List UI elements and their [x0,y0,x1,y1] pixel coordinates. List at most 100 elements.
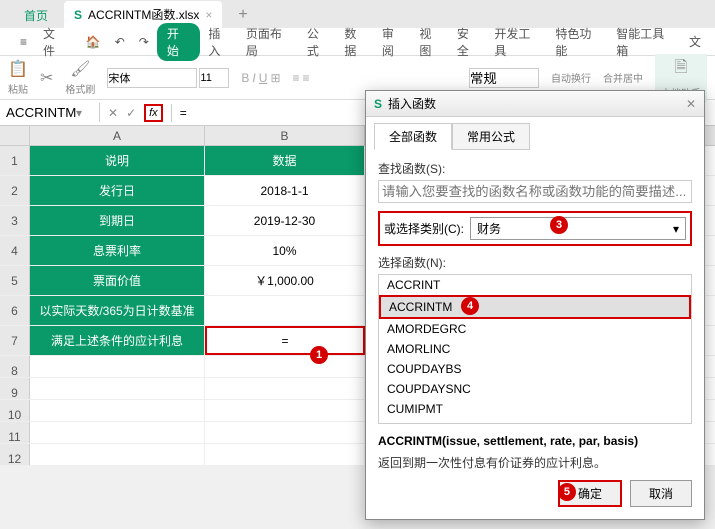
cell-a1[interactable]: 说明 [30,146,205,175]
cell-b8[interactable] [205,356,365,377]
cell-b9[interactable] [205,378,365,399]
cell-b4[interactable]: 10% [205,236,365,265]
cell-a8[interactable] [30,356,205,377]
underline-icon[interactable]: U [259,71,268,85]
badge-4: 4 [461,297,479,315]
category-label: 或选择类别(C): [384,220,464,237]
cell-b7[interactable]: = [205,326,365,355]
cell-b2[interactable]: 2018-1-1 [205,176,365,205]
menu-file[interactable]: ≡ 文件 [8,19,78,65]
cancel-formula-icon[interactable]: ✕ [108,106,118,120]
fn-item-accrint[interactable]: ACCRINT [379,275,691,295]
format-painter-button[interactable]: 🖌 格式刷 [65,59,95,96]
cell-a2[interactable]: 发行日 [30,176,205,205]
app-icon: S [374,97,382,111]
menu-formulas[interactable]: 公式 [301,22,337,62]
row-header-9[interactable]: 9 [0,378,30,399]
align-center-icon[interactable]: ≡ [303,71,310,85]
paste-button[interactable]: 📋 粘贴 [8,59,28,96]
fn-item-accrintm[interactable]: ACCRINTM 4 [379,295,691,319]
cell-a5[interactable]: 票面价值 [30,266,205,295]
cell-b11[interactable] [205,422,365,443]
cell-a12[interactable] [30,444,205,465]
font-size-select[interactable] [199,68,229,88]
row-header-7[interactable]: 7 [0,326,30,355]
category-select[interactable]: 财务 ▾ [470,217,686,240]
badge-1: 1 [310,346,328,364]
menu-more[interactable]: 文 [683,30,707,53]
cell-b12[interactable] [205,444,365,465]
cell-a11[interactable] [30,422,205,443]
search-input[interactable] [378,180,692,203]
dialog-title: 插入函数 [388,95,436,112]
cut-button[interactable]: ✂ [40,68,53,88]
cell-a9[interactable] [30,378,205,399]
menu-page-layout[interactable]: 页面布局 [240,22,299,62]
row-header-4[interactable]: 4 [0,236,30,265]
select-fn-label: 选择函数(N): [378,254,692,271]
fn-item-cumprinc[interactable]: CUMPRINC [379,419,691,424]
menu-review[interactable]: 审阅 [376,22,412,62]
paste-icon: 📋 [8,59,28,79]
menu-home-icon[interactable]: 🏠 [80,32,107,52]
badge-3: 3 [550,216,568,234]
menu-insert[interactable]: 插入 [202,22,238,62]
col-header-b[interactable]: B [205,126,365,145]
cell-a6[interactable]: 以实际天数/365为日计数基准 [30,296,205,325]
number-format-select[interactable] [469,68,539,88]
row-header-8[interactable]: 8 [0,356,30,377]
row-header-5[interactable]: 5 [0,266,30,295]
dialog-tab-all[interactable]: 全部函数 [374,123,452,150]
row-header-2[interactable]: 2 [0,176,30,205]
cancel-button[interactable]: 取消 [630,480,692,507]
tab-close-icon[interactable]: × [205,8,212,22]
menu-undo-icon[interactable]: ↶ [109,32,131,52]
row-header-11[interactable]: 11 [0,422,30,443]
fn-item-cumipmt[interactable]: CUMIPMT [379,399,691,419]
cell-a3[interactable]: 到期日 [30,206,205,235]
select-all-corner[interactable] [0,126,30,145]
menu-redo-icon[interactable]: ↷ [133,32,155,52]
italic-icon[interactable]: I [252,71,255,85]
row-header-12[interactable]: 12 [0,444,30,465]
name-box[interactable]: ▾ [0,103,100,122]
ok-button[interactable]: 5 确定 [558,480,622,507]
dialog-tab-common[interactable]: 常用公式 [452,123,530,150]
menu-data[interactable]: 数据 [338,22,374,62]
border-icon[interactable]: ⊞ [270,71,280,85]
dropdown-icon[interactable]: ▾ [76,106,82,120]
wrap-button[interactable]: 自动换行 [551,70,591,85]
fx-button[interactable]: fx [144,104,163,122]
font-name-select[interactable] [107,68,197,88]
fn-item-amorlinc[interactable]: AMORLINC [379,339,691,359]
cell-b1[interactable]: 数据 [205,146,365,175]
close-icon[interactable]: ✕ [686,97,696,111]
fn-item-coupdaysnc[interactable]: COUPDAYSNC [379,379,691,399]
cell-a4[interactable]: 息票利率 [30,236,205,265]
menu-start[interactable]: 开始 [157,23,201,61]
bold-icon[interactable]: B [241,71,249,85]
function-list[interactable]: ACCRINT ACCRINTM 4 AMORDEGRC AMORLINC CO… [378,274,692,424]
cell-b5[interactable]: ￥1,000.00 [205,266,365,295]
fn-item-amordegrc[interactable]: AMORDEGRC [379,319,691,339]
merge-button[interactable]: 合并居中 [603,70,643,85]
badge-5: 5 [558,483,576,501]
menu-view[interactable]: 视图 [413,22,449,62]
row-header-1[interactable]: 1 [0,146,30,175]
align-left-icon[interactable]: ≡ [293,71,300,85]
tab-file-label: ACCRINTM函数.xlsx [88,6,199,23]
cell-a10[interactable] [30,400,205,421]
cell-b6[interactable] [205,296,365,325]
fn-item-coupdaybs[interactable]: COUPDAYBS [379,359,691,379]
insert-function-dialog: S 插入函数 ✕ 全部函数 常用公式 查找函数(S): 或选择类别(C): 财务… [365,90,705,520]
cell-b3[interactable]: 2019-12-30 [205,206,365,235]
function-description: 返回到期一次性付息有价证券的应计利息。 [378,454,692,471]
row-header-6[interactable]: 6 [0,296,30,325]
row-header-10[interactable]: 10 [0,400,30,421]
cell-b10[interactable] [205,400,365,421]
row-header-3[interactable]: 3 [0,206,30,235]
tab-file-current[interactable]: S ACCRINTM函数.xlsx × [64,1,222,28]
col-header-a[interactable]: A [30,126,205,145]
cell-a7[interactable]: 满足上述条件的应计利息 [30,326,205,355]
accept-formula-icon[interactable]: ✓ [126,106,136,120]
